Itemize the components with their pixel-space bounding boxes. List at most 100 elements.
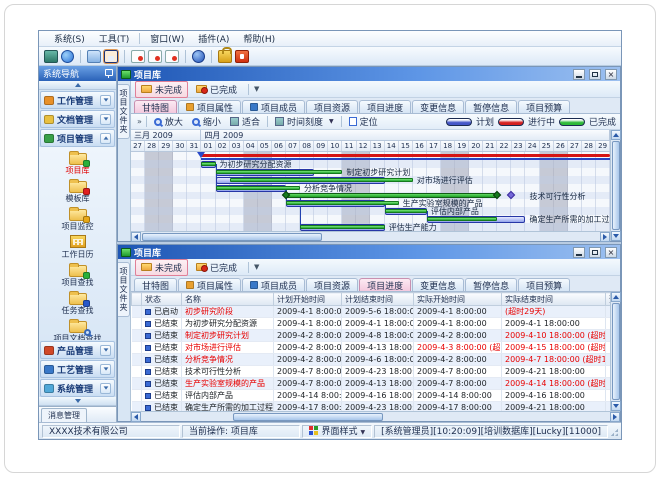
more-options-icon[interactable]: ▼ xyxy=(254,263,259,271)
more-options-icon[interactable]: ▼ xyxy=(254,85,259,93)
gantt-folder-tab-0[interactable]: 未完成 xyxy=(135,81,188,98)
scroll-left-icon[interactable] xyxy=(131,232,141,242)
scroll-thumb[interactable] xyxy=(612,141,620,230)
menu-item-2[interactable]: 窗口(W) xyxy=(143,31,191,46)
sidebar-item-0[interactable]: 项目库 xyxy=(41,150,115,178)
progress-tab-2[interactable]: 项目成员 xyxy=(242,278,305,291)
sidebar-group-4[interactable]: 工艺管理 xyxy=(40,360,115,378)
gantt-panel-titlebar[interactable]: 项目库 × xyxy=(118,67,620,81)
minimize-button[interactable] xyxy=(573,69,585,80)
scroll-thumb[interactable] xyxy=(142,233,322,241)
project-folder-side-tab[interactable]: 项目文件夹 xyxy=(118,262,130,317)
scroll-thumb[interactable] xyxy=(233,413,383,421)
table-hscrollbar[interactable] xyxy=(131,411,620,421)
maximize-button[interactable] xyxy=(589,69,601,80)
sidebar-item-2[interactable]: 项目监控 xyxy=(41,206,115,234)
scroll-down-icon[interactable] xyxy=(611,401,621,411)
scroll-right-icon[interactable] xyxy=(600,232,610,242)
column-header-6[interactable]: 实际结束时间 xyxy=(502,293,606,306)
table-row[interactable]: 已结束对市场进行评估2009-4-2 8:00:002009-4-13 18:0… xyxy=(132,342,611,354)
table-row[interactable]: 已结束技术可行性分析2009-4-7 8:00:002009-4-23 18:0… xyxy=(132,366,611,378)
progress-tab-7[interactable]: 项目预算 xyxy=(518,278,570,291)
gantt-hscrollbar[interactable] xyxy=(131,231,610,241)
minimize-button[interactable] xyxy=(573,247,585,258)
project-folder-side-tab[interactable]: 项目文件夹 xyxy=(118,84,130,139)
gantt-tab-0[interactable]: 甘特图 xyxy=(134,100,177,113)
table-row[interactable]: 已结束生产实验室规模的产品2009-4-7 8:00:002009-4-13 1… xyxy=(132,378,611,390)
open-folder-icon[interactable] xyxy=(87,50,101,63)
table-row[interactable]: 已结束制定初步研究计划2009-4-2 8:00:002009-4-8 18:0… xyxy=(132,330,611,342)
gantt-tab-7[interactable]: 项目预算 xyxy=(518,100,570,113)
close-button[interactable]: × xyxy=(605,247,617,258)
zoom-in-button[interactable]: 放大 xyxy=(150,115,187,128)
chevron-down-icon[interactable] xyxy=(100,114,111,125)
progress-tab-6[interactable]: 暂停信息 xyxy=(465,278,517,291)
gantt-tab-6[interactable]: 暂停信息 xyxy=(465,100,517,113)
timescale-button[interactable]: 时间刻度▼ xyxy=(271,115,338,128)
progress-folder-tab-1[interactable]: 已完成 xyxy=(190,259,243,276)
save-icon[interactable] xyxy=(104,50,118,63)
menu-item-4[interactable]: 帮助(H) xyxy=(236,31,282,46)
sidebar-group-2[interactable]: 项目管理 xyxy=(40,129,115,147)
zoom-out-button[interactable]: 缩小 xyxy=(188,115,225,128)
pin-icon[interactable] xyxy=(104,69,112,78)
scroll-thumb[interactable] xyxy=(612,303,620,400)
gantt-tab-3[interactable]: 项目资源 xyxy=(306,100,358,113)
scroll-right-icon[interactable] xyxy=(610,412,620,422)
menu-item-0[interactable]: 系统(S) xyxy=(47,31,92,46)
sidebar-group-5[interactable]: 系统管理 xyxy=(40,379,115,397)
table-row[interactable]: 已结束分析竞争情况2009-4-2 8:00:002009-4-6 18:00:… xyxy=(132,354,611,366)
sidebar-collapse-button[interactable] xyxy=(39,81,116,90)
table-row[interactable]: 已结束为初步研究分配资源2009-4-1 8:00:002009-4-1 18:… xyxy=(132,318,611,330)
progress-tab-3[interactable]: 项目资源 xyxy=(306,278,358,291)
sidebar-item-1[interactable]: 模板库 xyxy=(41,178,115,206)
scroll-down-icon[interactable] xyxy=(611,231,621,241)
sidebar-item-5[interactable]: 任务查找 xyxy=(41,290,115,318)
chevron-down-icon[interactable] xyxy=(100,364,111,375)
sidebar-group-3[interactable]: 产品管理 xyxy=(40,341,115,359)
table-row[interactable]: 已结束确定生产所需的加工过程2009-4-17 8:00:002009-4-23… xyxy=(132,402,611,412)
chevron-down-icon[interactable] xyxy=(100,95,111,106)
system-monitor-icon[interactable] xyxy=(44,50,58,63)
lock-icon[interactable] xyxy=(218,50,232,63)
chevron-down-icon[interactable] xyxy=(100,383,111,394)
scroll-up-icon[interactable] xyxy=(611,292,621,302)
column-header-4[interactable]: 计划结束时间 xyxy=(342,293,414,306)
sidebar-group-0[interactable]: 工作管理 xyxy=(40,91,115,109)
progress-panel-titlebar[interactable]: 项目库 × xyxy=(118,245,620,259)
table-row[interactable]: 已启动初步研究阶段2009-4-1 8:00:002009-5-6 18:00:… xyxy=(132,306,611,318)
fit-button[interactable]: 适合 xyxy=(226,115,264,128)
column-header-5[interactable]: 实际开始时间 xyxy=(414,293,502,306)
progress-tab-0[interactable]: 甘特图 xyxy=(134,278,177,291)
document-icon[interactable] xyxy=(165,50,179,63)
scroll-left-icon[interactable] xyxy=(131,412,141,422)
chevron-up-icon[interactable] xyxy=(100,133,111,144)
column-header-3[interactable]: 计划开始时间 xyxy=(274,293,342,306)
progress-tab-4[interactable]: 项目进度 xyxy=(359,278,411,291)
maximize-button[interactable] xyxy=(589,247,601,258)
column-header-0[interactable] xyxy=(132,293,142,306)
document-icon[interactable] xyxy=(148,50,162,63)
gantt-tab-4[interactable]: 项目进度 xyxy=(359,100,411,113)
progress-tab-1[interactable]: 项目属性 xyxy=(178,278,241,291)
chevron-down-icon[interactable] xyxy=(100,345,111,356)
resize-grip[interactable] xyxy=(609,425,619,438)
column-header-1[interactable]: 状态 xyxy=(142,293,182,306)
tab-message-management[interactable]: 消息管理 xyxy=(41,408,87,422)
sidebar-item-6[interactable]: 项目文档查找 xyxy=(41,318,115,340)
sidebar-expand-button[interactable] xyxy=(39,397,116,406)
progress-tab-5[interactable]: 变更信息 xyxy=(412,278,464,291)
sidebar-item-3[interactable]: 工作日历 xyxy=(41,234,115,262)
scroll-up-icon[interactable] xyxy=(611,130,621,140)
gantt-folder-tab-1[interactable]: 已完成 xyxy=(190,81,243,98)
menu-item-3[interactable]: 插件(A) xyxy=(191,31,236,46)
help-icon[interactable] xyxy=(192,50,205,63)
overflow-chevrons[interactable]: » xyxy=(135,117,143,126)
gantt-vscrollbar[interactable] xyxy=(610,130,620,241)
gantt-tab-5[interactable]: 变更信息 xyxy=(412,100,464,113)
gantt-tab-2[interactable]: 项目成员 xyxy=(242,100,305,113)
sidebar-item-4[interactable]: 项目查找 xyxy=(41,262,115,290)
document-icon[interactable] xyxy=(131,50,145,63)
ui-style-button[interactable]: 界面样式▼ xyxy=(302,425,372,438)
globe-icon[interactable] xyxy=(61,50,74,63)
